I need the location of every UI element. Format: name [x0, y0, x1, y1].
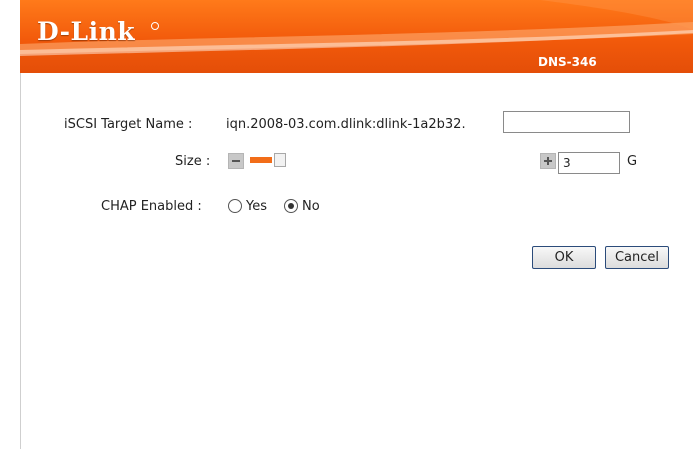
ok-button[interactable]: OK: [532, 246, 596, 269]
size-slider-handle[interactable]: [274, 153, 286, 167]
chap-no-label: No: [302, 199, 320, 214]
iscsi-target-prefix: iqn.2008-03.com.dlink:dlink-1a2b32.: [226, 117, 466, 132]
size-slider[interactable]: [250, 153, 290, 167]
chap-enabled-label: CHAP Enabled :: [101, 199, 202, 214]
dlink-logo: D-Link: [37, 17, 136, 46]
size-slider-fill: [250, 157, 272, 163]
model-name: DNS-346: [538, 55, 597, 69]
left-border: [20, 73, 21, 449]
size-decrease-button[interactable]: [228, 153, 244, 169]
size-label: Size :: [175, 154, 211, 169]
iscsi-target-label: iSCSI Target Name :: [64, 117, 193, 132]
chap-no-radio[interactable]: [284, 199, 298, 213]
size-input[interactable]: [558, 152, 620, 174]
size-increase-button[interactable]: [540, 153, 556, 169]
header-banner: D-Link DNS-346: [20, 0, 693, 73]
chap-yes-label: Yes: [246, 199, 267, 214]
cancel-button[interactable]: Cancel: [605, 246, 669, 269]
size-unit: G: [627, 154, 638, 169]
chap-yes-radio[interactable]: [228, 199, 242, 213]
registered-mark-icon: [151, 22, 159, 30]
iscsi-target-input[interactable]: [503, 111, 630, 133]
